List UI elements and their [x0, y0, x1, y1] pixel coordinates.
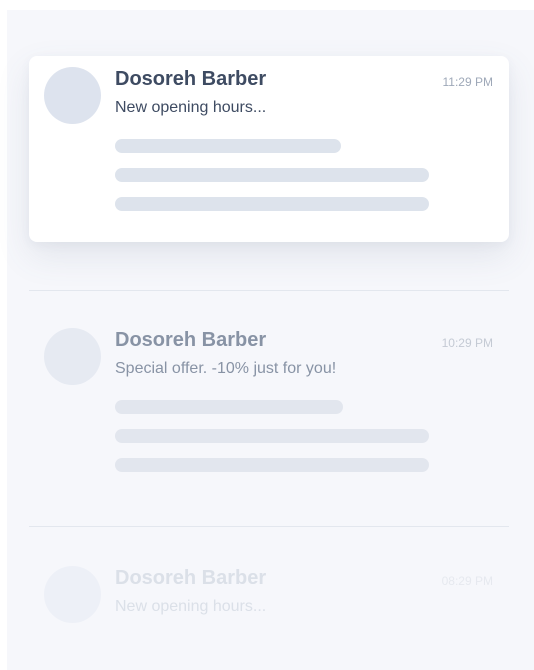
- placeholder-line: [115, 197, 429, 211]
- notification-list: Dosoreh Barber 11:29 PM New opening hour…: [7, 10, 534, 670]
- notification-card-3[interactable]: Dosoreh Barber 08:29 PM New opening hour…: [29, 555, 509, 655]
- message-preview: Special offer. -10% just for you!: [115, 360, 337, 377]
- placeholder-line: [115, 458, 429, 472]
- timestamp: 08:29 PM: [441, 574, 493, 588]
- placeholder-line: [115, 400, 343, 414]
- placeholder-line: [115, 139, 341, 153]
- timestamp: 11:29 PM: [442, 75, 493, 89]
- avatar: [44, 67, 101, 124]
- avatar: [44, 566, 101, 623]
- avatar: [44, 328, 101, 385]
- placeholder-line: [115, 168, 429, 182]
- divider: [29, 526, 509, 527]
- placeholder-line: [115, 429, 429, 443]
- sender-name: Dosoreh Barber: [115, 567, 267, 589]
- sender-name: Dosoreh Barber: [115, 68, 267, 90]
- notification-card-1[interactable]: Dosoreh Barber 11:29 PM New opening hour…: [29, 56, 509, 242]
- notification-card-2[interactable]: Dosoreh Barber 10:29 PM Special offer. -…: [29, 317, 509, 503]
- sender-name: Dosoreh Barber: [115, 329, 267, 351]
- message-preview: New opening hours...: [115, 598, 267, 615]
- divider: [29, 290, 509, 291]
- timestamp: 10:29 PM: [441, 336, 493, 350]
- message-preview: New opening hours...: [115, 99, 267, 116]
